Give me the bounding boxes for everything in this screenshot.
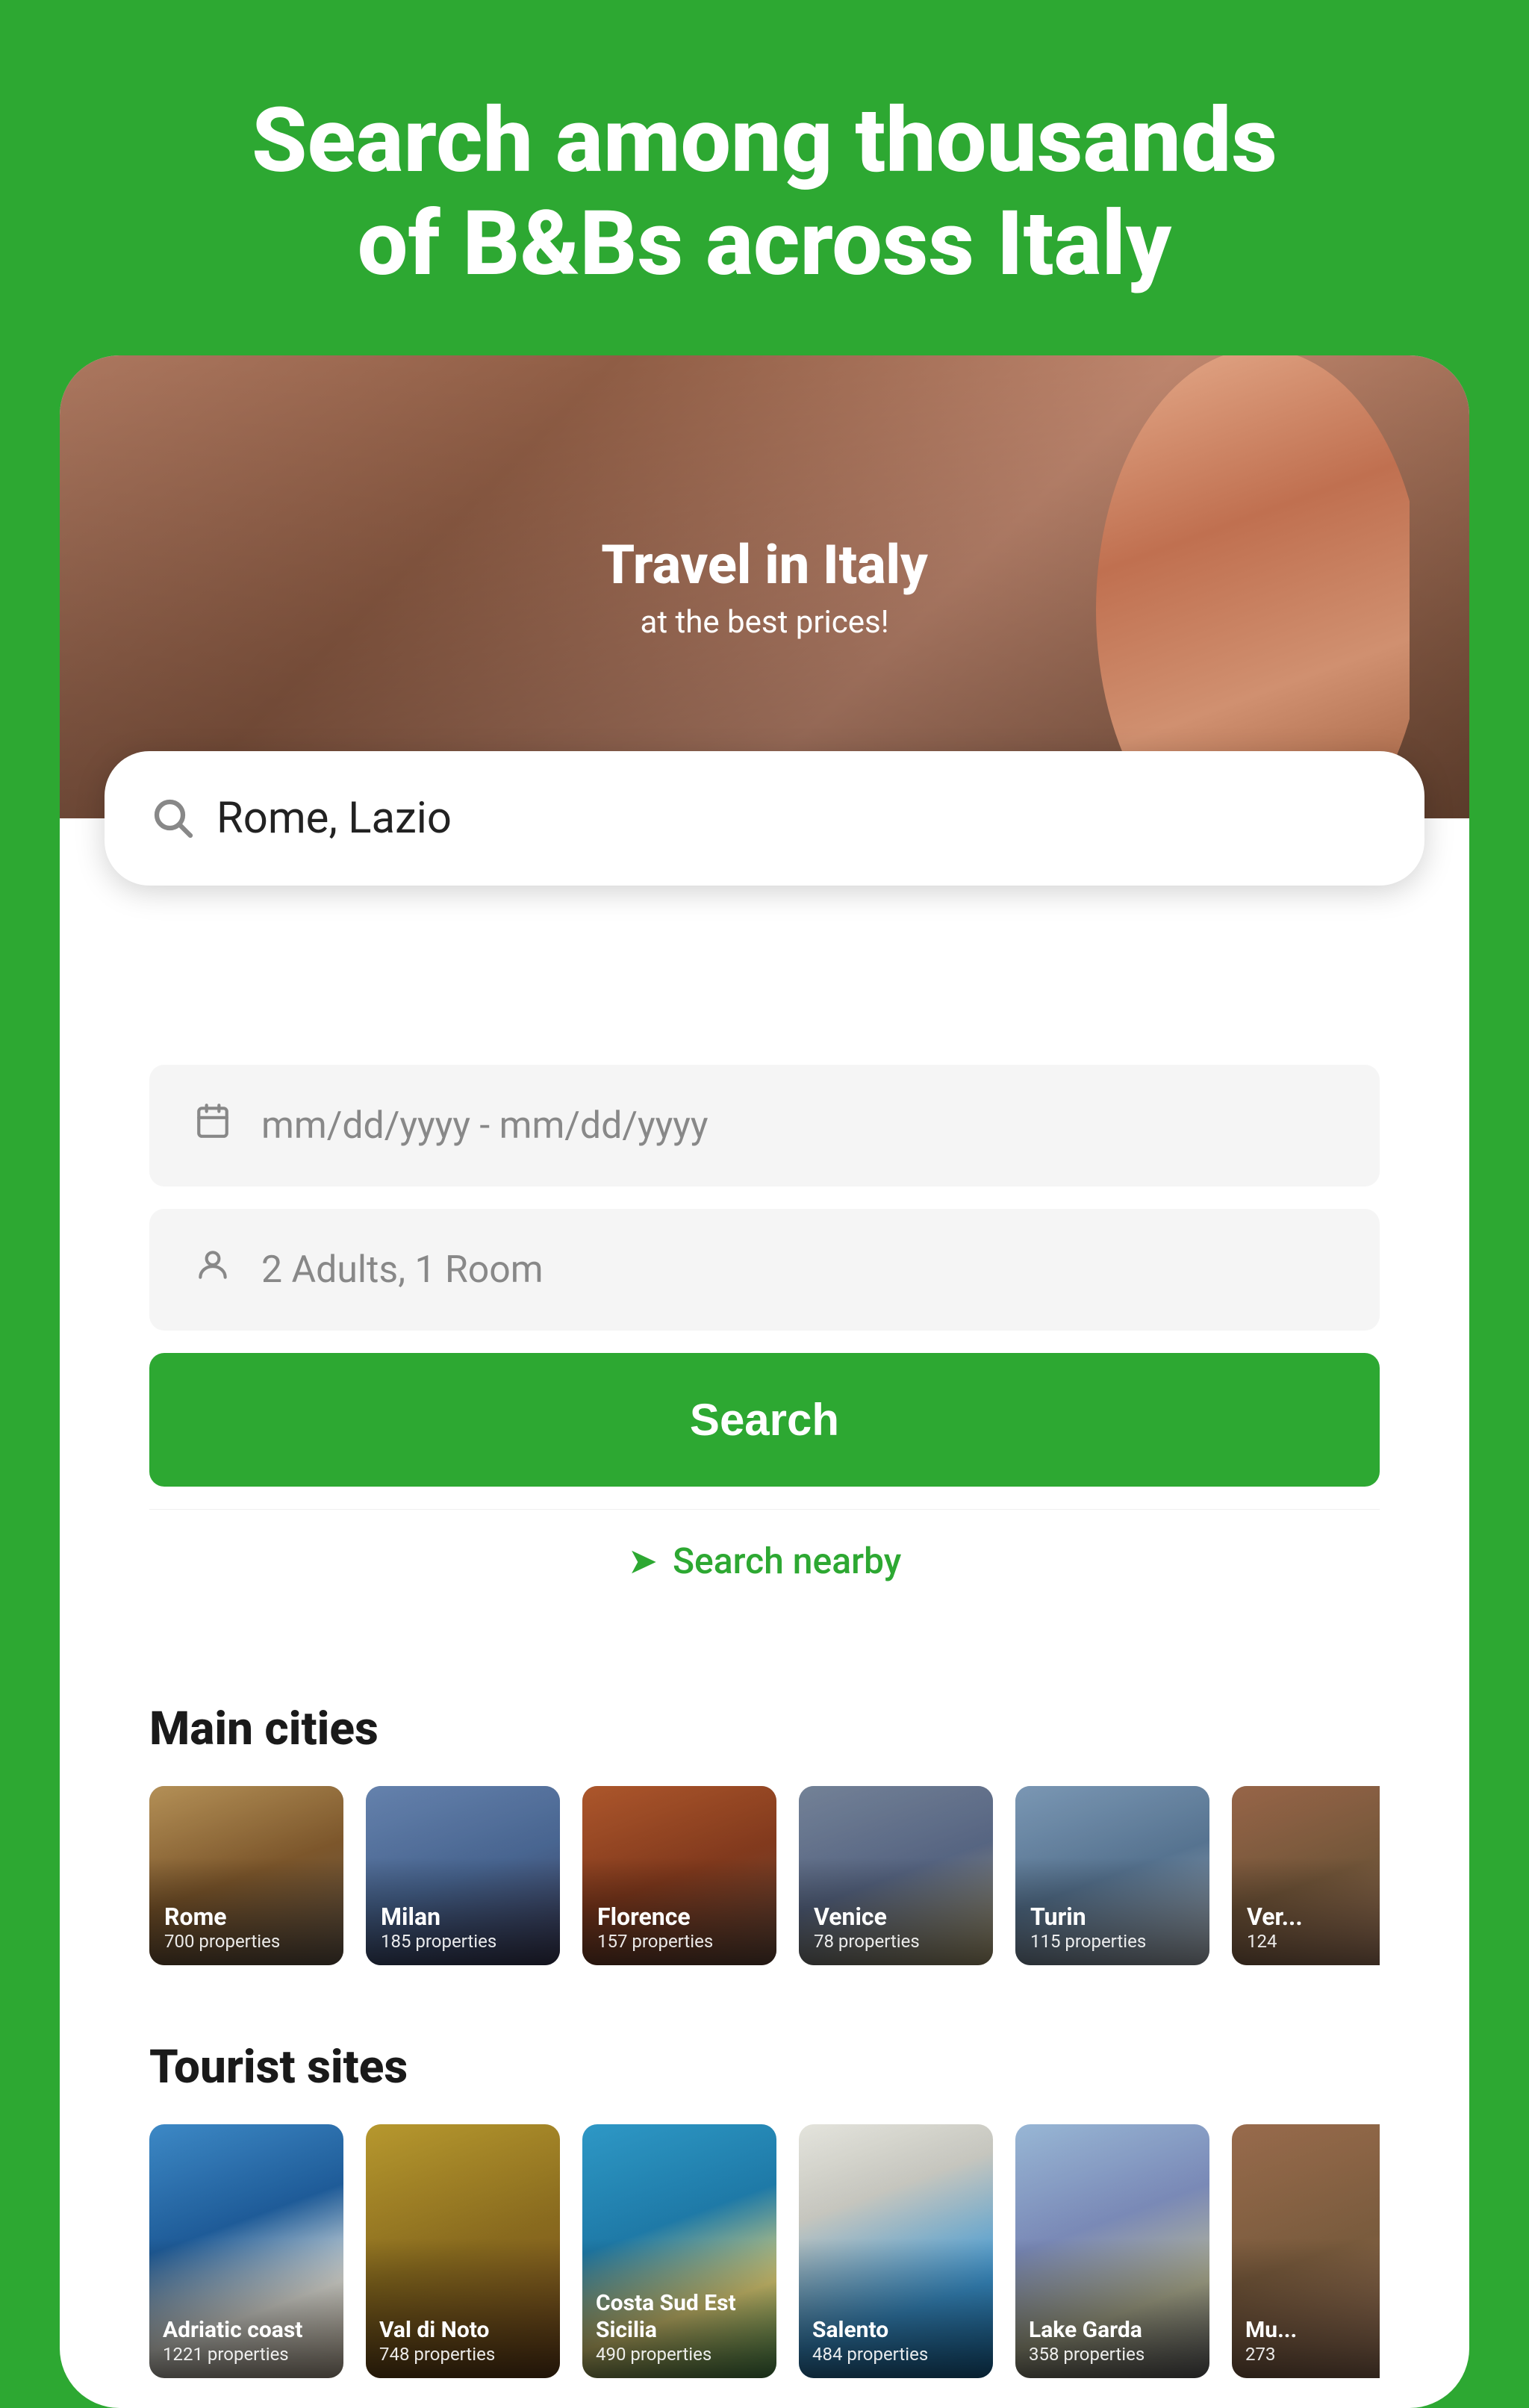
city-card-milan[interactable]: Milan 185 properties: [366, 1786, 560, 1965]
tourist-card-costa[interactable]: Costa Sud Est Sicilia 490 properties: [582, 2124, 776, 2378]
search-nearby[interactable]: ➤ Search nearby: [149, 1509, 1380, 1612]
main-cities-section: Main cities Rome 700 properties Milan 18…: [60, 1657, 1469, 1995]
mu-label: Mu... 273: [1232, 2302, 1380, 2378]
navigation-icon: ➤: [628, 1540, 658, 1582]
main-headline: Search among thousands of B&Bs across It…: [0, 0, 1529, 355]
search-icon: [149, 794, 194, 842]
tourist-card-salento[interactable]: Salento 484 properties: [799, 2124, 993, 2378]
city-card-ver[interactable]: Ver... 124: [1232, 1786, 1380, 1965]
app-card: Travel in Italy at the best prices! Rome…: [60, 355, 1469, 2408]
salento-label: Salento 484 properties: [799, 2302, 993, 2378]
search-input[interactable]: Rome, Lazio: [217, 793, 1380, 844]
hero-title-area: Search among thousands of B&Bs across It…: [0, 0, 1529, 355]
guests-placeholder: 2 Adults, 1 Room: [261, 1248, 544, 1292]
tourist-sites-section: Tourist sites Adriatic coast 1221 proper…: [60, 1995, 1469, 2408]
tourist-card-lake-garda[interactable]: Lake Garda 358 properties: [1015, 2124, 1209, 2378]
ver-label: Ver... 124: [1232, 1888, 1380, 1965]
turin-label: Turin 115 properties: [1015, 1888, 1209, 1965]
tourist-card-mu[interactable]: Mu... 273: [1232, 2124, 1380, 2378]
venice-label: Venice 78 properties: [799, 1888, 993, 1965]
travel-subtitle: at the best prices!: [601, 604, 928, 641]
tourist-sites-title: Tourist sites: [149, 2040, 1380, 2094]
date-field[interactable]: mm/dd/yyyy - mm/dd/yyyy: [149, 1065, 1380, 1186]
main-cities-title: Main cities: [149, 1702, 1380, 1756]
tourist-cards-row: Adriatic coast 1221 properties Val di No…: [149, 2124, 1380, 2378]
city-card-venice[interactable]: Venice 78 properties: [799, 1786, 993, 1965]
adriatic-label: Adriatic coast 1221 properties: [149, 2302, 343, 2378]
costa-label: Costa Sud Est Sicilia 490 properties: [582, 2275, 776, 2378]
travel-title: Travel in Italy: [601, 533, 928, 597]
floating-search-bar[interactable]: Rome, Lazio: [105, 751, 1424, 886]
person-icon: [194, 1246, 231, 1293]
guests-field[interactable]: 2 Adults, 1 Room: [149, 1209, 1380, 1331]
val-label: Val di Noto 748 properties: [366, 2302, 560, 2378]
date-placeholder: mm/dd/yyyy - mm/dd/yyyy: [261, 1104, 709, 1148]
card-content: mm/dd/yyyy - mm/dd/yyyy 2 Adults, 1 Room…: [60, 886, 1469, 1657]
calendar-icon: [194, 1102, 231, 1149]
rome-label: Rome 700 properties: [149, 1888, 343, 1965]
florence-label: Florence 157 properties: [582, 1888, 776, 1965]
city-card-rome[interactable]: Rome 700 properties: [149, 1786, 343, 1965]
milan-label: Milan 185 properties: [366, 1888, 560, 1965]
search-button[interactable]: Search: [149, 1353, 1380, 1487]
city-card-turin[interactable]: Turin 115 properties: [1015, 1786, 1209, 1965]
hero-text: Travel in Italy at the best prices!: [601, 533, 928, 641]
lake-garda-label: Lake Garda 358 properties: [1015, 2302, 1209, 2378]
hero-image: Travel in Italy at the best prices!: [60, 355, 1469, 818]
nearby-label: Search nearby: [673, 1540, 901, 1582]
city-cards-row: Rome 700 properties Milan 185 properties…: [149, 1786, 1380, 1965]
city-card-florence[interactable]: Florence 157 properties: [582, 1786, 776, 1965]
tourist-card-val[interactable]: Val di Noto 748 properties: [366, 2124, 560, 2378]
tourist-card-adriatic[interactable]: Adriatic coast 1221 properties: [149, 2124, 343, 2378]
